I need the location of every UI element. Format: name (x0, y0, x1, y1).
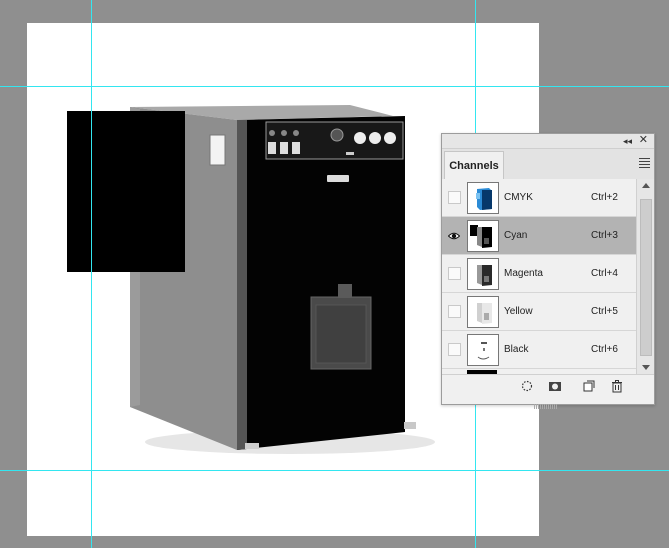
channel-thumbnail (467, 258, 499, 290)
hamburger-menu-icon[interactable] (639, 158, 650, 168)
channels-panel: ◂◂ ✕ Channels CMYK Ctrl+2 Cyan Ctrl+3 Ma… (441, 133, 655, 409)
selection-circle-icon[interactable] (520, 379, 534, 393)
channel-list-scrollbar[interactable] (636, 179, 654, 374)
scroll-up-arrow-icon[interactable] (642, 183, 650, 188)
channel-label: Cyan (504, 230, 528, 241)
channel-list: CMYK Ctrl+2 Cyan Ctrl+3 Magenta Ctrl+4 Y… (442, 179, 636, 374)
new-channel-icon[interactable] (582, 379, 596, 393)
panel-resize-grip[interactable] (534, 396, 558, 409)
double-chevron-icon[interactable]: ◂◂ (623, 135, 632, 147)
panel-bottom-toolbar (442, 374, 654, 397)
scroll-down-arrow-icon[interactable] (642, 365, 650, 370)
guide-horizontal-2[interactable] (0, 470, 669, 471)
tab-channels[interactable]: Channels (444, 151, 504, 180)
channel-thumbnail (467, 296, 499, 328)
mask-icon[interactable] (548, 379, 562, 393)
visibility-toggle[interactable] (448, 191, 461, 204)
channel-row-magenta[interactable]: Magenta Ctrl+4 (442, 255, 636, 293)
channel-row-cmyk[interactable]: CMYK Ctrl+2 (442, 179, 636, 217)
eye-icon[interactable] (447, 229, 461, 240)
black-rectangle-shape[interactable] (67, 111, 185, 272)
guide-vertical-1[interactable] (91, 0, 92, 548)
channel-shortcut: Ctrl+2 (591, 192, 618, 203)
channel-label: Black (504, 344, 529, 355)
panel-tab-bar: Channels (442, 149, 654, 180)
visibility-toggle[interactable] (448, 343, 461, 356)
channel-row-cyan[interactable]: Cyan Ctrl+3 (442, 217, 636, 255)
channel-shortcut: Ctrl+6 (591, 344, 618, 355)
trash-icon[interactable] (610, 379, 624, 393)
channel-thumbnail (467, 334, 499, 366)
channel-shortcut: Ctrl+3 (591, 230, 618, 241)
channel-label: CMYK (504, 192, 533, 203)
channel-shortcut: Ctrl+4 (591, 268, 618, 279)
visibility-toggle[interactable] (448, 267, 461, 280)
scrollbar-thumb[interactable] (640, 199, 652, 356)
close-icon[interactable]: ✕ (639, 134, 648, 147)
guide-horizontal-1[interactable] (0, 86, 669, 87)
channel-shortcut: Ctrl+5 (591, 306, 618, 317)
channel-thumbnail (467, 182, 499, 214)
visibility-toggle[interactable] (448, 305, 461, 318)
channel-thumbnail (467, 220, 499, 252)
channel-label: Yellow (504, 306, 533, 317)
channel-row-yellow[interactable]: Yellow Ctrl+5 (442, 293, 636, 331)
channel-label: Magenta (504, 268, 543, 279)
channel-row-black[interactable]: Black Ctrl+6 (442, 331, 636, 369)
panel-title-bar[interactable]: ◂◂ ✕ (442, 134, 654, 149)
